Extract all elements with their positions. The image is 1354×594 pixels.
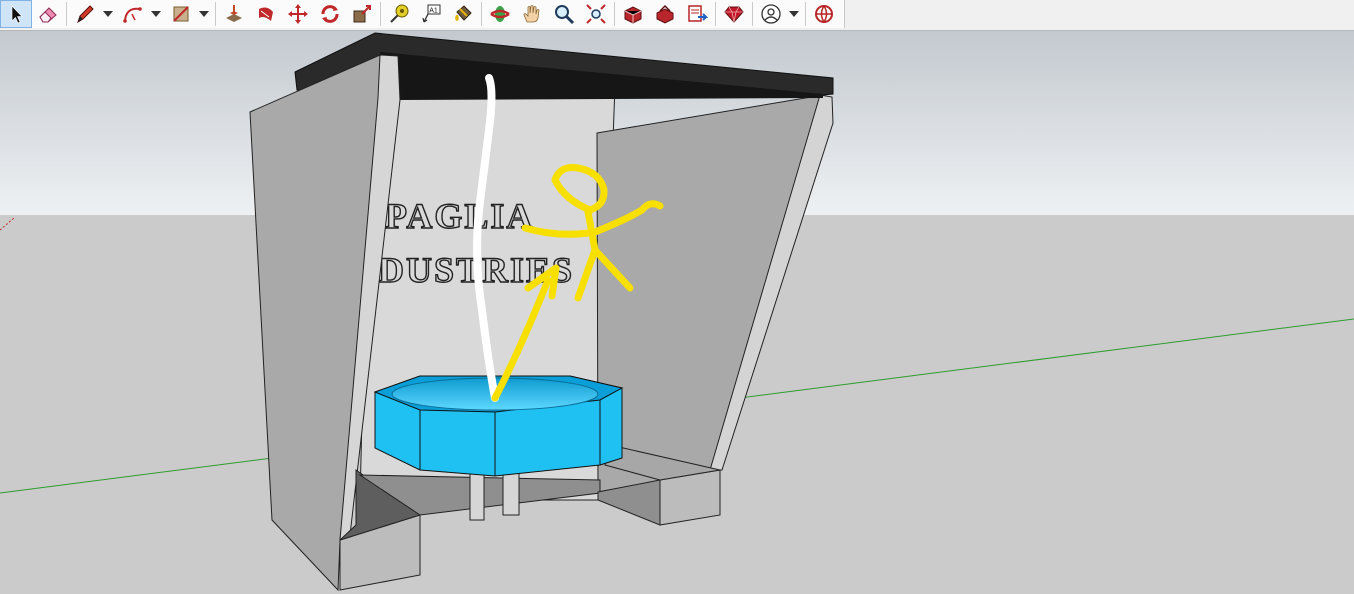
pan-hand-icon — [523, 5, 540, 23]
sign-text-line1: PAGLIA — [385, 196, 534, 236]
geo-location-button[interactable] — [808, 0, 840, 28]
3d-scene[interactable]: PAGLIA DUSTRIES — [0, 31, 1354, 594]
chevron-down-icon[interactable] — [789, 11, 799, 17]
toolbar-separator — [481, 2, 482, 26]
toolbar-separator — [715, 2, 716, 26]
send-to-layout-icon — [688, 5, 708, 22]
rotate-icon — [321, 5, 339, 23]
zoom-icon — [555, 5, 575, 25]
push-pull-icon — [226, 5, 242, 22]
tape-measure-tool-button[interactable] — [383, 0, 415, 28]
move-icon — [288, 4, 308, 24]
arc-icon — [123, 7, 142, 23]
eraser-icon — [39, 7, 57, 23]
zoom-tool-button[interactable] — [548, 0, 580, 28]
shapes-tool-button[interactable] — [165, 0, 213, 28]
bowl-stand-left — [469, 469, 485, 521]
3d-warehouse-icon — [624, 6, 642, 24]
account-button[interactable] — [755, 0, 803, 28]
send-to-layout-button[interactable] — [681, 0, 713, 28]
arc-tool-button[interactable] — [117, 0, 165, 28]
toolbar-separator — [752, 2, 753, 26]
bowl-stand-right — [502, 469, 520, 516]
pan-tool-button[interactable] — [516, 0, 548, 28]
text-icon: A1 — [422, 4, 441, 23]
user-account-icon — [761, 4, 781, 24]
tape-measure-icon — [390, 4, 409, 23]
follow-me-icon — [259, 7, 273, 22]
chevron-down-icon[interactable] — [151, 11, 161, 17]
rotate-tool-button[interactable] — [314, 0, 346, 28]
text-tool-button[interactable]: A1 — [415, 0, 447, 28]
pencil-tool-button[interactable] — [69, 0, 117, 28]
chevron-down-icon[interactable] — [103, 11, 113, 17]
select-arrow-icon — [11, 5, 23, 24]
toolbar-separator — [380, 2, 381, 26]
pencil-icon — [77, 5, 94, 24]
scale-icon — [353, 5, 371, 23]
toolbar-separator — [614, 2, 615, 26]
orbit-icon — [490, 6, 510, 22]
ruby-gem-icon — [724, 6, 744, 23]
scale-tool-button[interactable] — [346, 0, 378, 28]
toolbar-separator — [805, 2, 806, 26]
move-tool-button[interactable] — [282, 0, 314, 28]
toolbar-separator — [66, 2, 67, 26]
paint-bucket-tool-button[interactable] — [447, 0, 479, 28]
toolbar-separator — [215, 2, 216, 26]
main-toolbar: A1 — [0, 0, 1354, 31]
chevron-down-icon[interactable] — [199, 11, 209, 17]
model-viewport[interactable]: PAGLIA DUSTRIES — [0, 31, 1354, 594]
follow-me-tool-button[interactable] — [250, 0, 282, 28]
paint-bucket-icon — [455, 5, 472, 21]
select-tool-button[interactable] — [0, 0, 32, 28]
extension-warehouse-icon — [656, 4, 674, 24]
zoom-extents-tool-button[interactable] — [580, 0, 612, 28]
text-tool-label: A1 — [429, 8, 438, 15]
extension-warehouse-button[interactable] — [649, 0, 681, 28]
extension-manager-button[interactable] — [718, 0, 750, 28]
orbit-tool-button[interactable] — [484, 0, 516, 28]
zoom-extents-icon — [586, 4, 606, 24]
toolbar-strip: A1 — [0, 0, 845, 28]
rectangle-icon — [173, 6, 189, 22]
push-pull-tool-button[interactable] — [218, 0, 250, 28]
3d-warehouse-button[interactable] — [617, 0, 649, 28]
globe-icon — [815, 5, 833, 24]
eraser-tool-button[interactable] — [32, 0, 64, 28]
